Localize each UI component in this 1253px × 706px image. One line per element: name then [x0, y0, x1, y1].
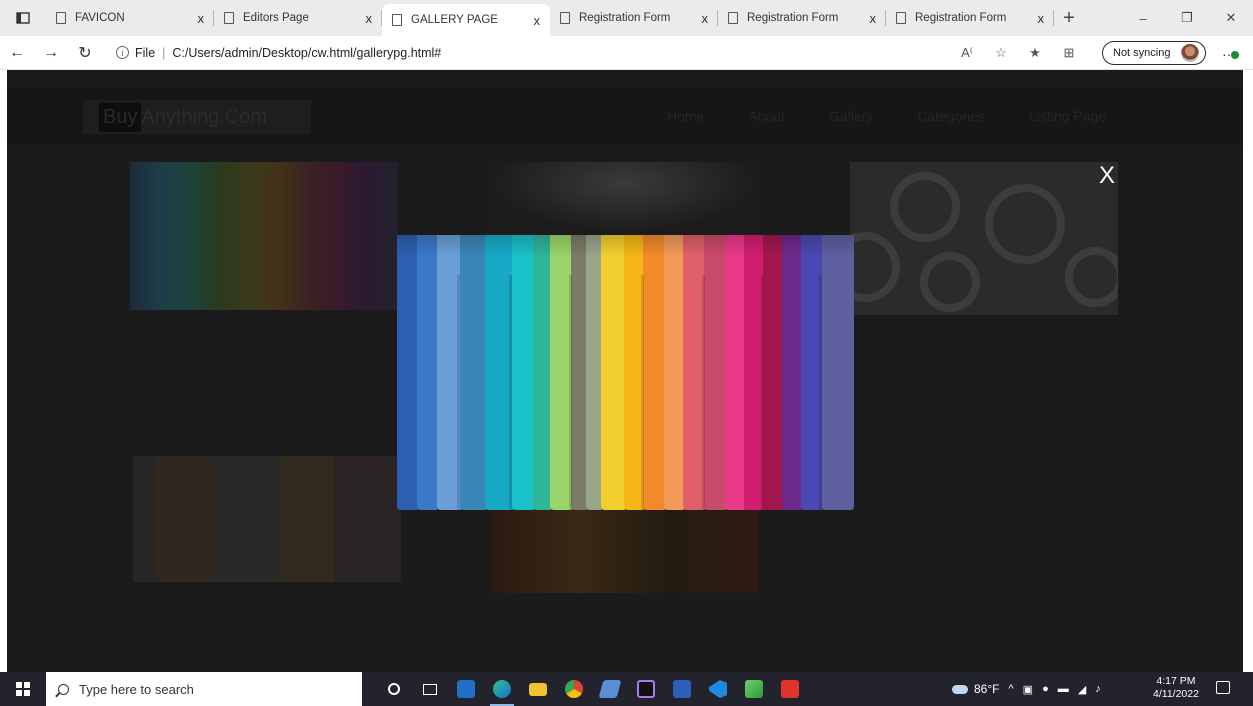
tab-close-icon[interactable]: x	[1038, 11, 1045, 26]
avatar	[1181, 44, 1199, 62]
tab-close-icon[interactable]: x	[534, 13, 541, 28]
weather-icon[interactable]	[952, 684, 968, 694]
gallery-thumb-supplies[interactable]	[133, 456, 401, 582]
site-logo[interactable]: Buy Anything.Com	[83, 100, 311, 134]
windows-start-icon[interactable]	[0, 672, 46, 706]
url-text: C:/Users/admin/Desktop/cw.html/gallerypg…	[172, 45, 442, 60]
browser-tab[interactable]: Registration Form x	[718, 0, 886, 36]
close-window-icon[interactable]: ✕	[1209, 0, 1253, 36]
url-scheme-label: File	[135, 45, 156, 60]
paint-icon[interactable]	[736, 672, 772, 706]
browser-tab-active[interactable]: GALLERY PAGE x	[382, 4, 550, 36]
sync-button[interactable]: Not syncing	[1102, 41, 1206, 65]
search-placeholder: Type here to search	[79, 681, 194, 697]
edge-icon[interactable]	[484, 672, 520, 706]
cortana-icon[interactable]	[376, 672, 412, 706]
read-aloud-icon[interactable]: A⁽	[950, 45, 984, 61]
window-controls: – ❐ ✕	[1121, 0, 1253, 36]
battery-icon[interactable]: ▬	[1058, 683, 1069, 695]
clock-date: 4/11/2022	[1153, 688, 1199, 700]
url-field[interactable]: i File | C:/Users/admin/Desktop/cw.html/…	[110, 39, 900, 67]
search-icon	[58, 683, 69, 695]
word-icon[interactable]	[664, 672, 700, 706]
intellij-icon[interactable]	[628, 672, 664, 706]
meet-now-icon[interactable]: ▣	[1023, 683, 1033, 696]
tab-close-icon[interactable]: x	[702, 11, 709, 26]
menu-item-listing-page[interactable]: Listing Page	[1029, 108, 1106, 124]
tab-title: Registration Form	[915, 12, 1007, 24]
tab-title: GALLERY PAGE	[411, 14, 498, 26]
menu-item-about[interactable]: About	[748, 108, 785, 124]
tab-close-icon[interactable]: x	[366, 11, 373, 26]
tab-title: Editors Page	[243, 12, 309, 24]
sync-label: Not syncing	[1113, 47, 1171, 59]
tab-actions-icon[interactable]	[0, 0, 46, 36]
page-icon	[224, 12, 234, 24]
page-icon	[896, 12, 906, 24]
gallery-thumb-plates[interactable]	[850, 162, 1118, 315]
minimize-icon[interactable]: –	[1121, 0, 1165, 36]
taskbar-apps	[376, 672, 808, 706]
restore-icon[interactable]: ❐	[1165, 0, 1209, 36]
browser-tab[interactable]: Registration Form x	[886, 0, 1054, 36]
forward-icon[interactable]: →	[34, 44, 68, 62]
photos-icon[interactable]	[592, 672, 628, 706]
address-bar: ← → ↻ i File | C:/Users/admin/Desktop/cw…	[0, 36, 1253, 70]
back-icon[interactable]: ←	[0, 44, 34, 62]
favorites-icon[interactable]: ★	[1018, 45, 1052, 61]
site-menu: Home About Gallery Categories Listing Pa…	[667, 108, 1150, 124]
tab-title: Registration Form	[579, 12, 671, 24]
tab-close-icon[interactable]: x	[198, 11, 205, 26]
browser-tab-strip: FAVICON x Editors Page x GALLERY PAGE x …	[0, 0, 1253, 36]
gallery-thumb-food[interactable]	[490, 510, 758, 593]
browser-tab[interactable]: FAVICON x	[46, 0, 214, 36]
menu-item-home[interactable]: Home	[667, 108, 704, 124]
browser-tab[interactable]: Registration Form x	[550, 0, 718, 36]
new-tab-button[interactable]: +	[1054, 7, 1084, 30]
notification-icon[interactable]	[1216, 681, 1230, 694]
info-icon[interactable]: i	[116, 46, 129, 59]
clock-time: 4:17 PM	[1156, 675, 1196, 687]
vscode-icon[interactable]	[700, 672, 736, 706]
brand-rest: Anything.Com	[141, 105, 268, 128]
extensions-icon[interactable]: ··	[1222, 46, 1240, 62]
lightbox-close-button[interactable]: X	[1099, 162, 1115, 190]
lightbox-image	[397, 235, 854, 510]
gallery-thumb-tshirts[interactable]	[130, 162, 398, 310]
refresh-icon[interactable]: ↻	[68, 43, 102, 63]
temperature[interactable]: 86°F	[974, 682, 999, 696]
taskbar-clock[interactable]: 4:17 PM 4/11/2022	[1153, 675, 1199, 701]
browser-tab[interactable]: Editors Page x	[214, 0, 382, 36]
page-icon	[392, 14, 402, 26]
chrome-icon[interactable]	[556, 672, 592, 706]
volume-icon[interactable]: ♪	[1095, 683, 1101, 695]
network-icon[interactable]: ◢	[1078, 683, 1086, 696]
menu-item-categories[interactable]: Categories	[917, 108, 985, 124]
tab-title: Registration Form	[747, 12, 839, 24]
collections-icon[interactable]: ⊞	[1052, 45, 1086, 61]
file-explorer-icon[interactable]	[520, 672, 556, 706]
brand-buy: Buy	[99, 102, 142, 132]
url-separator: |	[162, 45, 166, 60]
system-tray: 86°F ^ ▣ ● ▬ ◢ ♪	[952, 672, 1101, 706]
windows-taskbar: Type here to search 86°F ^ ▣ ● ▬ ◢ ♪ 4:1…	[0, 672, 1253, 706]
task-view-icon[interactable]	[412, 672, 448, 706]
page-overlay[interactable]: Buy Anything.Com Home About Gallery Cate…	[7, 70, 1243, 672]
tab-close-icon[interactable]: x	[870, 11, 877, 26]
app-red-icon[interactable]	[772, 672, 808, 706]
page-icon	[560, 12, 570, 24]
gallery-thumb-bowl[interactable]	[490, 162, 758, 232]
site-navbar: Buy Anything.Com Home About Gallery Cate…	[7, 88, 1243, 145]
address-bar-icons: A⁽ ☆ ★ ⊞	[950, 36, 1086, 70]
tray-chevron-icon[interactable]: ^	[1008, 683, 1013, 695]
add-favorite-icon[interactable]: ☆	[984, 45, 1018, 61]
taskbar-search-box[interactable]: Type here to search	[46, 672, 362, 706]
page-icon	[728, 12, 738, 24]
outlook-icon[interactable]	[448, 672, 484, 706]
microphone-icon[interactable]: ●	[1042, 683, 1049, 695]
tab-title: FAVICON	[75, 12, 125, 24]
menu-item-gallery[interactable]: Gallery	[829, 108, 873, 124]
page-icon	[56, 12, 66, 24]
